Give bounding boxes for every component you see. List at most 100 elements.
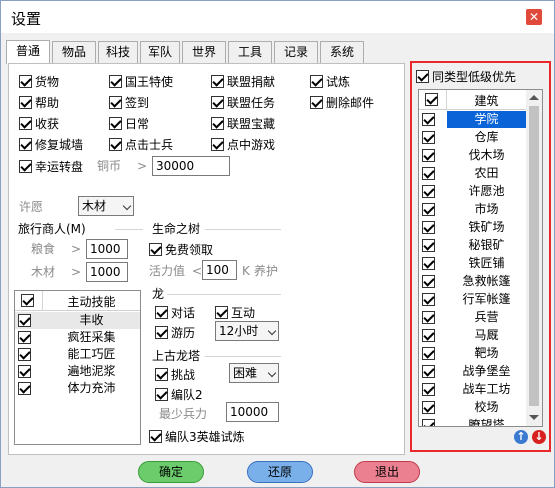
task-checkbox[interactable]: 国王特使 — [109, 73, 173, 89]
list-item[interactable]: 市场 — [419, 201, 526, 218]
task-checkbox[interactable]: 联盟宝藏 — [211, 115, 275, 131]
list-item[interactable]: 靶场 — [419, 345, 526, 362]
checkbox[interactable] — [422, 401, 435, 414]
checkbox[interactable] — [416, 69, 429, 83]
list-item[interactable]: 战争堡垒 — [419, 363, 526, 380]
checkbox[interactable] — [422, 167, 435, 180]
exit-button[interactable]: 退出 — [354, 461, 420, 483]
checkbox[interactable] — [109, 116, 122, 130]
list-item[interactable]: 遍地泥浆 — [15, 363, 140, 380]
talk-checkbox[interactable]: 对话 — [155, 304, 195, 320]
scroll-up-icon[interactable] — [529, 95, 539, 100]
checkbox[interactable] — [422, 257, 435, 270]
checkbox[interactable] — [149, 242, 162, 256]
scrollbar-thumb[interactable] — [529, 106, 539, 406]
checkbox[interactable] — [18, 314, 31, 327]
checkbox[interactable] — [422, 293, 435, 306]
tab-army[interactable]: 军队 — [140, 41, 180, 63]
checkbox[interactable] — [211, 137, 224, 151]
checkbox[interactable] — [155, 387, 168, 401]
checkbox[interactable] — [19, 116, 32, 130]
task-checkbox[interactable]: 帮助 — [19, 94, 59, 110]
tab-world[interactable]: 世界 — [182, 41, 226, 63]
task-checkbox[interactable]: 货物 — [19, 73, 59, 89]
task-checkbox[interactable]: 试炼 — [310, 73, 350, 89]
checkbox[interactable] — [310, 74, 323, 88]
scrollbar[interactable] — [526, 90, 542, 426]
list-item[interactable]: 兵营 — [419, 309, 526, 326]
checkbox[interactable] — [109, 137, 122, 151]
checkbox[interactable] — [422, 113, 435, 126]
checkbox[interactable] — [155, 325, 168, 339]
tab-tools[interactable]: 工具 — [228, 41, 272, 63]
list-item[interactable]: 伐木场 — [419, 147, 526, 164]
checkbox[interactable] — [211, 95, 224, 109]
list-item[interactable]: 铁匠铺 — [419, 255, 526, 272]
scroll-down-icon[interactable] — [529, 415, 539, 420]
checkbox[interactable] — [19, 137, 32, 151]
interact-checkbox[interactable]: 互动 — [215, 304, 255, 320]
list-item[interactable]: 铁矿场 — [419, 219, 526, 236]
list-item[interactable]: 农田 — [419, 165, 526, 182]
move-up-button[interactable]: ↑ — [514, 430, 528, 444]
checkbox[interactable] — [211, 74, 224, 88]
wish-select[interactable]: 木材 — [78, 196, 134, 216]
task-checkbox[interactable]: 点中游戏 — [211, 136, 275, 152]
team2-checkbox[interactable]: 编队2 — [155, 386, 203, 402]
checkbox[interactable] — [155, 305, 168, 319]
checkbox[interactable] — [211, 116, 224, 130]
list-item[interactable]: 秘银矿 — [419, 237, 526, 254]
task-checkbox[interactable]: 修复城墙 — [19, 136, 83, 152]
copper-input[interactable]: 30000 — [152, 156, 230, 176]
food-input[interactable]: 1000 — [86, 239, 128, 259]
vigor-input[interactable]: 100 — [202, 260, 237, 280]
checkbox[interactable] — [310, 95, 323, 109]
checkbox[interactable] — [18, 348, 31, 361]
lucky-wheel-checkbox[interactable]: 幸运转盘 — [19, 158, 83, 174]
checkbox[interactable] — [109, 95, 122, 109]
difficulty-select[interactable]: 困难 — [229, 363, 279, 383]
checkbox[interactable] — [155, 367, 168, 381]
list-item[interactable]: 马厩 — [419, 327, 526, 344]
list-item[interactable]: 疯狂采集 — [15, 329, 140, 346]
checkbox[interactable] — [422, 419, 435, 426]
checkbox[interactable] — [422, 347, 435, 360]
checkbox[interactable] — [422, 329, 435, 342]
checkbox[interactable] — [109, 74, 122, 88]
reset-button[interactable]: 还原 — [247, 461, 313, 483]
list-item[interactable]: 丰收 — [15, 312, 140, 329]
task-checkbox[interactable]: 点击士兵 — [109, 136, 173, 152]
checkbox[interactable] — [19, 74, 32, 88]
team3-checkbox[interactable]: 编队3英雄试炼 — [149, 428, 245, 444]
checkbox[interactable] — [18, 331, 31, 344]
checkbox[interactable] — [422, 383, 435, 396]
checkbox[interactable] — [422, 203, 435, 216]
checkbox[interactable] — [422, 311, 435, 324]
list-item[interactable]: 战车工坊 — [419, 381, 526, 398]
list-item[interactable]: 体力充沛 — [15, 380, 140, 397]
task-checkbox[interactable]: 收获 — [19, 115, 59, 131]
checkbox[interactable] — [422, 185, 435, 198]
tab-records[interactable]: 记录 — [274, 41, 318, 63]
checkbox[interactable] — [18, 365, 31, 378]
checkbox[interactable] — [422, 131, 435, 144]
list-item[interactable]: 行军帐篷 — [419, 291, 526, 308]
checkbox[interactable] — [422, 275, 435, 288]
checkbox[interactable] — [149, 429, 162, 443]
checkbox[interactable] — [422, 365, 435, 378]
checkbox[interactable] — [215, 305, 228, 319]
tab-general[interactable]: 普通 — [6, 40, 50, 64]
list-item[interactable]: 能工巧匠 — [15, 346, 140, 363]
tab-items[interactable]: 物品 — [52, 41, 96, 63]
checkbox[interactable] — [18, 382, 31, 395]
list-item[interactable]: 瞭望塔 — [419, 417, 526, 426]
checkbox[interactable] — [21, 294, 34, 307]
checkbox[interactable] — [19, 159, 32, 173]
wood-input[interactable]: 1000 — [86, 262, 128, 282]
tab-system[interactable]: 系统 — [320, 41, 364, 63]
list-item[interactable]: 仓库 — [419, 129, 526, 146]
wander-checkbox[interactable]: 游历 — [155, 324, 195, 340]
checkbox[interactable] — [422, 221, 435, 234]
checkbox[interactable] — [425, 93, 438, 106]
low-level-priority-checkbox[interactable]: 同类型低级优先 — [416, 68, 516, 84]
